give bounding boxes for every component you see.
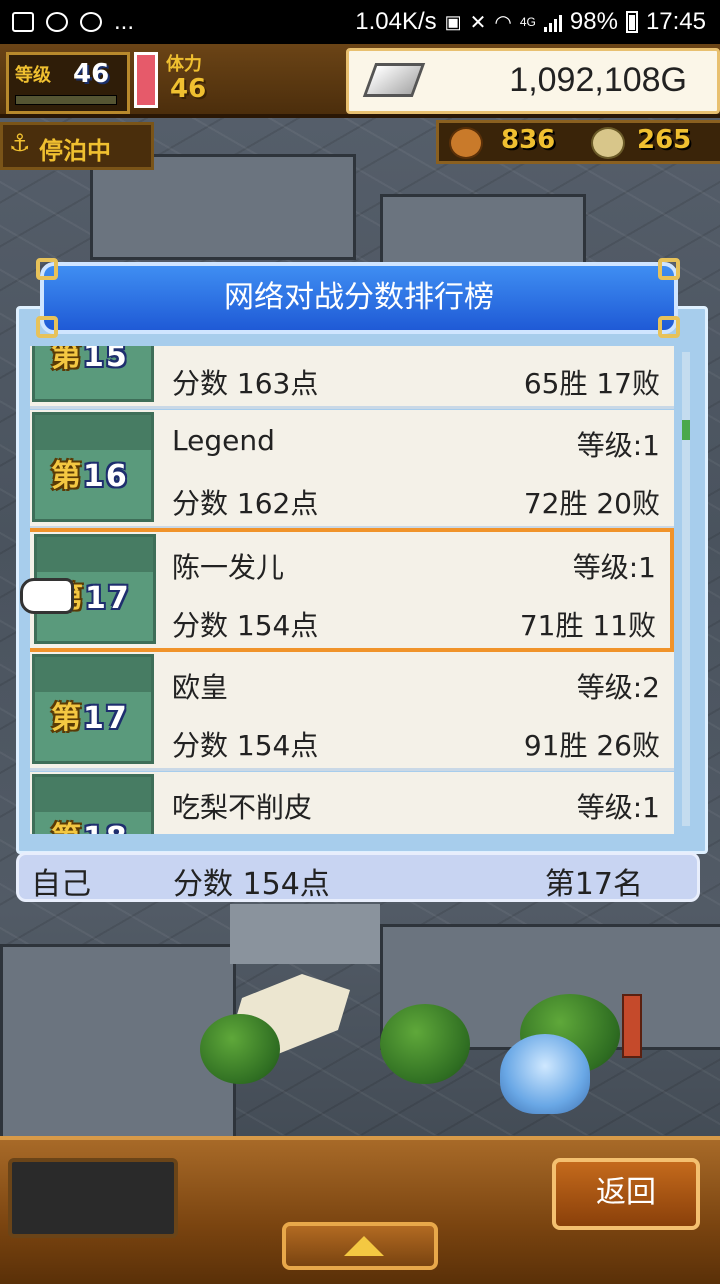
empty-slot (8, 1158, 178, 1238)
lock-icon: ▣ (444, 11, 462, 32)
win-loss-record: 91胜 26败 (523, 729, 660, 762)
rank-badge: 第16 (32, 412, 154, 522)
building (380, 194, 586, 270)
rank-prefix: 第 (51, 346, 83, 374)
network-type: 4G (519, 15, 536, 29)
player-score: 分数 154点 (172, 609, 319, 642)
anchor-icon: ⚓ (9, 129, 31, 157)
roof (230, 904, 380, 964)
win-loss-record: 72胜 20败 (523, 487, 660, 520)
self-ranking-bar: 自己 分数 154点 第17名 (16, 852, 700, 902)
player-level: 等级:1 (572, 551, 656, 584)
rank-number: 16 (83, 459, 129, 494)
player-score: 分数 162点 (172, 487, 319, 520)
ranking-row-selected[interactable]: 第17 陈一发儿 等级:1 分数 154点 71胜 11败 (30, 528, 674, 652)
rank-badge: 第15 (32, 346, 154, 402)
player-name: Legend (172, 424, 275, 457)
mute-icon: ✕ (469, 11, 487, 34)
win-loss-record: 65胜 17败 (523, 367, 660, 400)
tree (380, 1004, 470, 1084)
battery-icon (625, 11, 638, 33)
timer-icon (46, 12, 68, 32)
rank-prefix: 第 (51, 459, 83, 494)
fountain (500, 1034, 590, 1114)
exp-bar (15, 95, 117, 105)
gold-amount: 1,092,108G (509, 61, 687, 99)
gold-display: 1,092,108G (346, 48, 720, 114)
player-level: 等级:1 (576, 791, 660, 824)
rank-badge: 第18 (32, 774, 154, 834)
wifi-icon: ◠ (494, 11, 512, 34)
stamina-bar (134, 52, 158, 108)
player-name: 欧皇 (172, 671, 229, 704)
more-notifications: ... (114, 8, 135, 35)
pointing-hand-icon (20, 578, 74, 614)
resource-2-value: 265 (637, 125, 692, 155)
scrollbar-thumb[interactable] (682, 420, 690, 440)
corner-ornament (36, 258, 58, 280)
back-button[interactable]: 返回 (552, 1158, 700, 1230)
ranking-row[interactable]: 第15 分数 163点 65胜 17败 (30, 346, 674, 409)
player-name: 吃梨不削皮 (172, 791, 313, 824)
rank-prefix: 第 (51, 701, 83, 736)
clock: 17:45 (645, 8, 706, 35)
rank-number: 17 (83, 701, 129, 736)
battery-percent: 98% (569, 8, 618, 35)
player-level: 等级 46 (6, 52, 130, 114)
player-score: 分数 163点 (172, 367, 319, 400)
ranking-row[interactable]: 第17 欧皇 等级:2 分数 154点 91胜 26败 (30, 652, 674, 771)
ranking-row[interactable]: 第16 Legend 等级:1 分数 162点 72胜 20败 (30, 410, 674, 529)
ranking-list[interactable]: 第15 分数 163点 65胜 17败 第16 Legend 等级:1 分数 1… (30, 346, 674, 834)
resource-display: 836 265 (436, 120, 720, 164)
self-label: 自己 (31, 867, 91, 902)
corner-ornament (658, 316, 680, 338)
signal-icon (543, 12, 562, 32)
message-icon (80, 12, 102, 32)
player-name: 陈一发儿 (172, 551, 285, 584)
gallery-icon (12, 12, 34, 32)
rank-badge: 第17 (32, 654, 154, 764)
level-label: 等级 (15, 65, 51, 86)
stamina-label: 体力 (166, 54, 202, 75)
level-value: 46 (73, 59, 110, 89)
panel-title: 网络对战分数排行榜 (40, 262, 678, 334)
lamp (622, 994, 642, 1058)
rank-number: 15 (83, 346, 129, 374)
resource-1-value: 836 (501, 125, 556, 155)
coin-icon (591, 127, 625, 159)
rank-prefix: 第 (51, 821, 83, 834)
top-hud: 等级 46 体力 46 1,092,108G (0, 44, 720, 118)
network-speed: 1.04K/s (355, 8, 437, 35)
rank-number: 17 (85, 581, 131, 616)
bottom-bar: 返回 (0, 1136, 720, 1284)
win-loss-record: 71胜 11败 (519, 609, 656, 642)
rank-number: 18 (83, 821, 129, 834)
corner-ornament (36, 316, 58, 338)
ranking-row[interactable]: 第18 吃梨不削皮 等级:1 (30, 772, 674, 834)
player-level: 等级:2 (576, 671, 660, 704)
tree (200, 1014, 280, 1084)
self-score: 分数 154点 (173, 867, 330, 902)
status-bar: ... 1.04K/s ▣ ✕ ◠ 4G 98% 17:45 (0, 0, 720, 44)
dock-status-label: 停泊中 (39, 137, 111, 165)
pot-icon (449, 127, 483, 159)
player-level: 等级:1 (576, 429, 660, 462)
player-score: 分数 154点 (172, 729, 319, 762)
corner-ornament (658, 258, 680, 280)
silver-ingot-icon (362, 63, 426, 97)
stamina-value: 46 (170, 74, 207, 104)
self-rank: 第17名 (544, 867, 643, 902)
expand-menu-button[interactable] (282, 1222, 438, 1270)
dock-status: ⚓ 停泊中 (0, 122, 154, 170)
arrow-up-icon (344, 1236, 384, 1256)
